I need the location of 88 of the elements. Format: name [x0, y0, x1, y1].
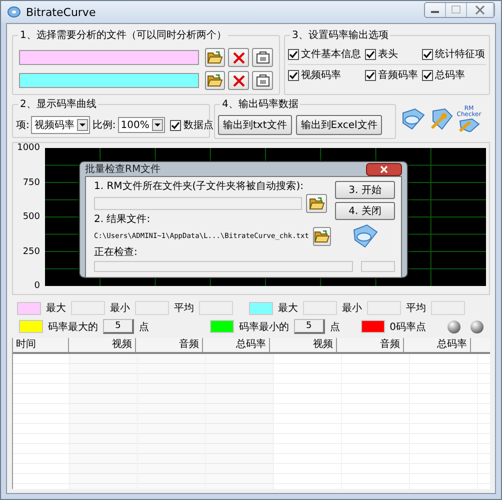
axis-label: 750 — [22, 176, 40, 188]
properties-button[interactable] — [252, 71, 274, 90]
count-field[interactable]: 5 — [294, 319, 325, 334]
remove-button[interactable] — [228, 48, 250, 67]
count-field — [361, 261, 395, 272]
stat-field — [71, 301, 105, 315]
column-header[interactable]: 时间 — [13, 338, 69, 352]
stat-field — [431, 301, 465, 315]
window-title: BitrateCurve — [26, 6, 96, 18]
stat-field — [303, 301, 337, 315]
checkbox-label: 表头 — [378, 48, 398, 61]
browse-button[interactable] — [306, 194, 327, 213]
app-icon — [7, 6, 21, 18]
checkbox-label: 文件基本信息 — [301, 48, 361, 61]
indicator-icon — [470, 320, 484, 334]
group-title: 2、显示码率曲线 — [18, 98, 98, 111]
dialog-button[interactable]: 4. 关闭 — [335, 202, 395, 220]
group-title: 1、选择需要分析的文件（可以同时分析两个） — [18, 29, 228, 42]
folder-icon — [207, 74, 224, 87]
export-button[interactable]: 输出到Excel文件 — [296, 115, 382, 135]
checkbox[interactable] — [422, 48, 433, 60]
field-label: 1. RM文件所在文件夹(子文件夹将被自动搜索): — [94, 181, 304, 193]
stat-label: 最大 — [278, 302, 298, 315]
dialog-title: 批量检查RM文件 — [85, 162, 161, 176]
checkbox-label: 数据点 — [183, 118, 214, 132]
group-title: 3、设置码率输出选项 — [290, 29, 390, 42]
checker-icon[interactable] — [457, 118, 481, 132]
export-button[interactable]: 输出到txt文件 — [218, 115, 292, 135]
browse-button[interactable] — [312, 227, 331, 246]
checkbox[interactable] — [288, 48, 299, 60]
axis-label: 1000 — [17, 142, 40, 154]
axis-label: 500 — [22, 211, 40, 223]
stat-label: 平均 — [406, 302, 426, 315]
count-field[interactable]: 5 — [103, 319, 134, 334]
column-header[interactable]: 视频 — [270, 338, 337, 352]
checkbox-label: 视频码率 — [301, 68, 341, 82]
checkbox[interactable] — [288, 70, 299, 80]
folder-icon — [308, 197, 324, 210]
group-title: 4、输出码率数据 — [220, 98, 300, 111]
marker-label: 码率最大的 — [48, 320, 98, 334]
stat-label: 最小 — [342, 302, 362, 315]
indicator-icon — [447, 320, 461, 334]
checkbox-label: 总码率 — [435, 68, 465, 82]
close-icon — [232, 52, 245, 64]
dialog-button[interactable]: 3. 开始 — [335, 181, 395, 199]
file-path-field[interactable] — [19, 73, 199, 88]
document-icon — [256, 74, 270, 87]
open-button[interactable] — [204, 71, 226, 90]
field-label: 正在检查: — [94, 247, 138, 259]
folder-icon — [207, 51, 224, 64]
checkbox-label: 音频码率 — [378, 68, 418, 82]
column-header[interactable]: 视频 — [69, 338, 136, 352]
checkbox[interactable] — [170, 120, 182, 130]
close-icon — [232, 74, 245, 86]
marker-label: 0码率点 — [390, 320, 426, 334]
document-icon — [256, 51, 270, 64]
properties-button[interactable] — [252, 48, 274, 67]
wrench-icon[interactable] — [428, 107, 454, 131]
folder-field[interactable] — [94, 197, 302, 210]
unit-label: 点 — [330, 320, 340, 334]
column-header[interactable]: 总码率 — [404, 338, 471, 352]
column-header[interactable]: 音频 — [136, 338, 203, 352]
open-button[interactable] — [204, 48, 226, 67]
checkbox-label: 统计特征项 — [435, 48, 485, 61]
stat-field — [367, 301, 401, 315]
file-path-field[interactable] — [19, 50, 199, 65]
checkbox[interactable] — [422, 70, 433, 80]
stat-label: 最小 — [110, 302, 130, 315]
column-header[interactable]: 音频 — [337, 338, 404, 352]
column-header[interactable]: 总码率 — [203, 338, 270, 352]
folder-icon — [314, 230, 330, 243]
close-icon[interactable] — [366, 162, 402, 176]
stat-field — [135, 301, 169, 315]
stat-field — [199, 301, 233, 315]
dropdown[interactable]: 视频码率 — [31, 116, 90, 134]
checkbox[interactable] — [365, 48, 376, 60]
field-label: 2. 结果文件: — [94, 214, 152, 226]
axis-label: 250 — [22, 246, 40, 258]
dropdown[interactable]: 100% — [118, 117, 166, 133]
field-label: 比例: — [92, 118, 116, 132]
remove-button[interactable] — [228, 71, 250, 90]
stat-label: 最大 — [46, 302, 66, 315]
marker-label: 码率最小的 — [238, 320, 289, 334]
unit-label: 点 — [139, 320, 149, 334]
axis-label: 0 — [34, 280, 40, 292]
checkbox[interactable] — [365, 70, 376, 80]
stat-label: 平均 — [174, 302, 194, 315]
field-label: 项: — [16, 119, 30, 132]
